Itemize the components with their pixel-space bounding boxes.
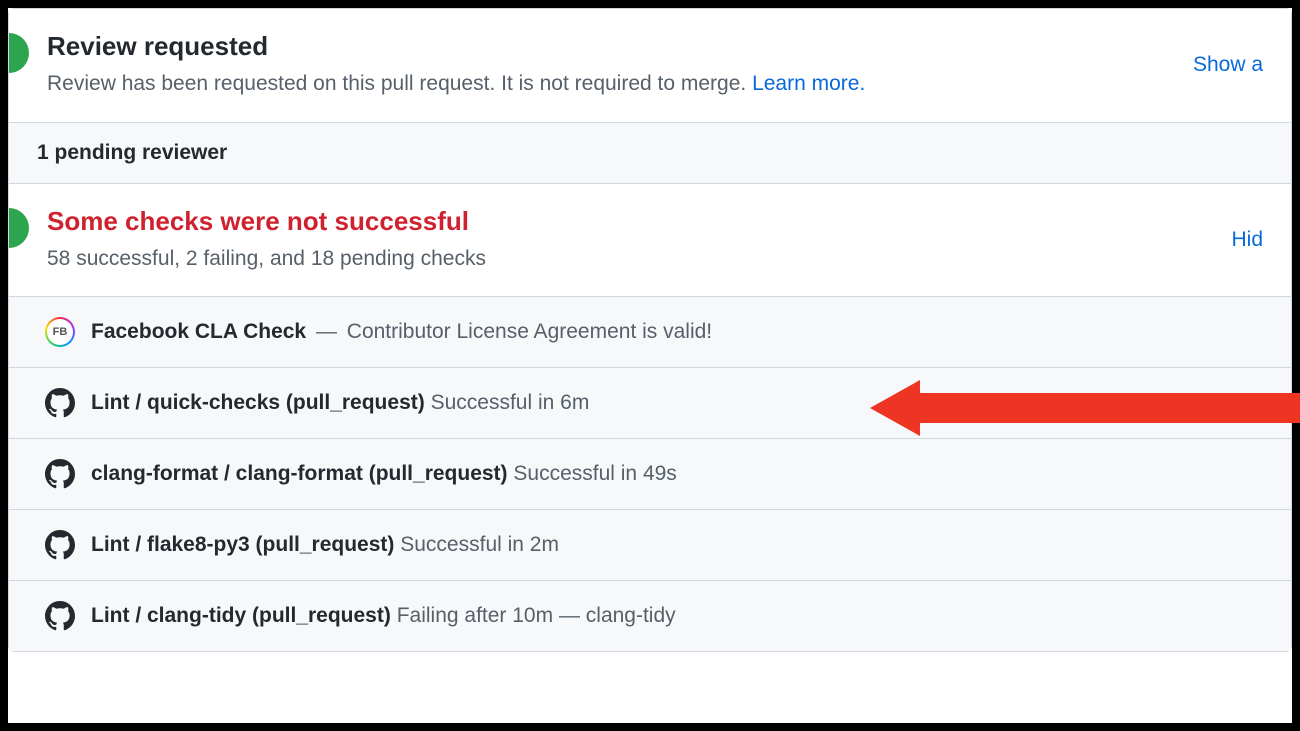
check-row[interactable]: Lint / flake8-py3 (pull_request) Success… bbox=[9, 510, 1291, 581]
review-section: Review requested Review has been request… bbox=[9, 9, 1291, 123]
checks-list: FB Facebook CLA Check — Contributor Licen… bbox=[9, 297, 1291, 651]
github-icon bbox=[45, 459, 75, 489]
check-name: Lint / quick-checks (pull_request) bbox=[91, 391, 425, 414]
check-text: Facebook CLA Check — Contributor License… bbox=[91, 320, 712, 344]
check-name: clang-format / clang-format (pull_reques… bbox=[91, 462, 508, 485]
check-text: Lint / flake8-py3 (pull_request) Success… bbox=[91, 533, 559, 557]
pending-reviewer-row[interactable]: 1 pending reviewer bbox=[9, 123, 1291, 184]
checks-summary-section: Some checks were not successful 58 succe… bbox=[9, 184, 1291, 298]
review-desc-text: Review has been requested on this pull r… bbox=[47, 72, 746, 95]
review-title: Review requested bbox=[47, 31, 1175, 62]
check-row[interactable]: clang-format / clang-format (pull_reques… bbox=[9, 439, 1291, 510]
check-detail: Failing after 10m — clang-tidy bbox=[397, 604, 676, 627]
checks-subtitle: 58 successful, 2 failing, and 18 pending… bbox=[47, 243, 1213, 275]
review-description: Review has been requested on this pull r… bbox=[47, 68, 1175, 100]
check-text: clang-format / clang-format (pull_reques… bbox=[91, 462, 677, 486]
github-icon bbox=[45, 530, 75, 560]
github-icon bbox=[45, 388, 75, 418]
check-text: Lint / quick-checks (pull_request) Succe… bbox=[91, 391, 589, 415]
check-name: Facebook CLA Check bbox=[91, 320, 306, 343]
check-row[interactable]: Lint / quick-checks (pull_request) Succe… bbox=[9, 368, 1291, 439]
check-name: Lint / flake8-py3 (pull_request) bbox=[91, 533, 394, 556]
check-separator: — bbox=[310, 320, 343, 343]
learn-more-link[interactable]: Learn more. bbox=[752, 72, 865, 95]
merge-status-panel: Review requested Review has been request… bbox=[8, 8, 1292, 652]
check-text: Lint / clang-tidy (pull_request) Failing… bbox=[91, 604, 676, 628]
hide-checks-button[interactable]: Hid bbox=[1231, 228, 1263, 252]
check-name: Lint / clang-tidy (pull_request) bbox=[91, 604, 391, 627]
review-body: Review requested Review has been request… bbox=[47, 31, 1175, 100]
status-indicator-green-icon bbox=[9, 208, 29, 248]
check-detail: Successful in 49s bbox=[513, 462, 676, 485]
checks-summary-body: Some checks were not successful 58 succe… bbox=[47, 206, 1213, 275]
show-reviewers-button[interactable]: Show a bbox=[1193, 53, 1263, 77]
github-icon bbox=[45, 601, 75, 631]
check-row[interactable]: Lint / clang-tidy (pull_request) Failing… bbox=[9, 581, 1291, 651]
check-detail: Contributor License Agreement is valid! bbox=[347, 320, 712, 343]
pending-reviewer-text: 1 pending reviewer bbox=[37, 141, 227, 164]
check-detail: Successful in 6m bbox=[431, 391, 590, 414]
checks-title: Some checks were not successful bbox=[47, 206, 1213, 237]
status-indicator-green-icon bbox=[9, 33, 29, 73]
check-row[interactable]: FB Facebook CLA Check — Contributor Licen… bbox=[9, 297, 1291, 368]
check-detail: Successful in 2m bbox=[400, 533, 559, 556]
facebook-icon: FB bbox=[45, 317, 75, 347]
